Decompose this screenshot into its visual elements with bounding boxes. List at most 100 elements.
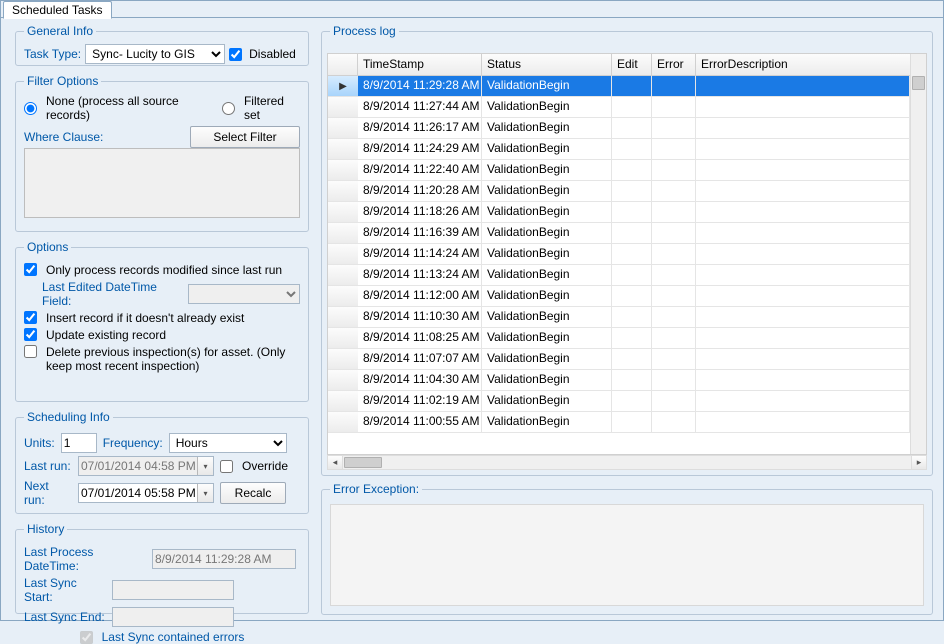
last-sync-start-value bbox=[112, 580, 234, 600]
cell bbox=[652, 223, 696, 243]
cell: 8/9/2014 11:04:30 AM bbox=[358, 370, 482, 390]
cell: 8/9/2014 11:26:17 AM bbox=[358, 118, 482, 138]
cell bbox=[696, 265, 910, 285]
only-modified-label[interactable]: Only process records modified since last… bbox=[46, 263, 282, 277]
cell: 8/9/2014 11:14:24 AM bbox=[358, 244, 482, 264]
update-record-label[interactable]: Update existing record bbox=[46, 328, 166, 342]
calendar-dropdown-icon[interactable]: ▾ bbox=[197, 484, 213, 502]
filter-filtered-radio[interactable] bbox=[222, 102, 235, 115]
cell bbox=[696, 76, 910, 96]
cell bbox=[652, 160, 696, 180]
cell bbox=[696, 328, 910, 348]
col-timestamp[interactable]: TimeStamp bbox=[358, 54, 482, 75]
table-row[interactable]: 8/9/2014 11:02:19 AMValidationBegin bbox=[328, 391, 910, 412]
cell: ValidationBegin bbox=[482, 118, 612, 138]
next-run-datetime[interactable] bbox=[78, 483, 214, 503]
row-indicator-icon bbox=[328, 328, 358, 348]
col-errordescription[interactable]: ErrorDescription bbox=[696, 54, 926, 75]
vertical-scrollbar[interactable] bbox=[910, 54, 926, 454]
table-row[interactable]: 8/9/2014 11:13:24 AMValidationBegin bbox=[328, 265, 910, 286]
col-error[interactable]: Error bbox=[652, 54, 696, 75]
table-row[interactable]: 8/9/2014 11:12:00 AMValidationBegin bbox=[328, 286, 910, 307]
override-checkbox[interactable] bbox=[220, 460, 233, 473]
row-indicator-icon bbox=[328, 223, 358, 243]
table-row[interactable]: 8/9/2014 11:04:30 AMValidationBegin bbox=[328, 370, 910, 391]
table-row[interactable]: 8/9/2014 11:08:25 AMValidationBegin bbox=[328, 328, 910, 349]
general-info-legend: General Info bbox=[24, 24, 96, 38]
calendar-dropdown-icon[interactable]: ▾ bbox=[197, 457, 213, 475]
cell bbox=[696, 349, 910, 369]
delete-prev-checkbox[interactable] bbox=[24, 345, 37, 358]
horizontal-scrollbar[interactable]: ◂ ▸ bbox=[327, 455, 927, 470]
units-input[interactable] bbox=[61, 433, 97, 453]
cell bbox=[612, 307, 652, 327]
scrollbar-thumb[interactable] bbox=[912, 76, 925, 90]
cell: 8/9/2014 11:22:40 AM bbox=[358, 160, 482, 180]
cell: ValidationBegin bbox=[482, 286, 612, 306]
cell: ValidationBegin bbox=[482, 391, 612, 411]
table-row[interactable]: 8/9/2014 11:10:30 AMValidationBegin bbox=[328, 307, 910, 328]
row-header-col[interactable] bbox=[328, 54, 358, 75]
table-row[interactable]: 8/9/2014 11:22:40 AMValidationBegin bbox=[328, 160, 910, 181]
next-run-label: Next run: bbox=[24, 479, 72, 507]
where-clause-label: Where Clause: bbox=[24, 130, 103, 144]
table-row[interactable]: 8/9/2014 11:16:39 AMValidationBegin bbox=[328, 223, 910, 244]
only-modified-checkbox[interactable] bbox=[24, 263, 37, 276]
cell: ValidationBegin bbox=[482, 97, 612, 117]
row-indicator-icon bbox=[328, 265, 358, 285]
table-row[interactable]: 8/9/2014 11:24:29 AMValidationBegin bbox=[328, 139, 910, 160]
col-edit[interactable]: Edit bbox=[612, 54, 652, 75]
filter-none-label[interactable]: None (process all source records) bbox=[46, 94, 216, 122]
last-sync-end-value bbox=[112, 607, 234, 627]
table-row[interactable]: 8/9/2014 11:18:26 AMValidationBegin bbox=[328, 202, 910, 223]
cell bbox=[612, 97, 652, 117]
task-type-label: Task Type: bbox=[24, 47, 81, 61]
last-sync-end-label: Last Sync End: bbox=[24, 610, 106, 624]
insert-record-checkbox[interactable] bbox=[24, 311, 37, 324]
process-log-grid[interactable]: TimeStamp Status Edit Error ErrorDescrip… bbox=[327, 53, 927, 455]
filter-filtered-label[interactable]: Filtered set bbox=[244, 94, 300, 122]
cell bbox=[696, 286, 910, 306]
cell: ValidationBegin bbox=[482, 139, 612, 159]
cell bbox=[612, 202, 652, 222]
table-row[interactable]: 8/9/2014 11:00:55 AMValidationBegin bbox=[328, 412, 910, 433]
cell bbox=[652, 412, 696, 432]
filter-none-radio[interactable] bbox=[24, 102, 37, 115]
last-sync-start-label: Last Sync Start: bbox=[24, 576, 106, 604]
cell bbox=[652, 118, 696, 138]
cell bbox=[652, 265, 696, 285]
cell bbox=[652, 139, 696, 159]
cell bbox=[696, 223, 910, 243]
cell bbox=[612, 412, 652, 432]
scroll-left-icon[interactable]: ◂ bbox=[328, 456, 343, 469]
cell bbox=[696, 118, 910, 138]
override-label[interactable]: Override bbox=[242, 459, 288, 473]
row-indicator-icon bbox=[328, 97, 358, 117]
table-row[interactable]: 8/9/2014 11:14:24 AMValidationBegin bbox=[328, 244, 910, 265]
table-row[interactable]: ▶8/9/2014 11:29:28 AMValidationBegin bbox=[328, 76, 910, 97]
select-filter-button[interactable]: Select Filter bbox=[190, 126, 300, 148]
task-type-select[interactable]: Sync- Lucity to GIS bbox=[85, 44, 225, 64]
cell bbox=[652, 181, 696, 201]
insert-record-label[interactable]: Insert record if it doesn't already exis… bbox=[46, 311, 244, 325]
delete-prev-label[interactable]: Delete previous inspection(s) for asset.… bbox=[46, 345, 296, 373]
filter-options-legend: Filter Options bbox=[24, 74, 101, 88]
table-row[interactable]: 8/9/2014 11:26:17 AMValidationBegin bbox=[328, 118, 910, 139]
last-edited-field-select[interactable] bbox=[188, 284, 300, 304]
frequency-select[interactable]: Hours bbox=[169, 433, 287, 453]
process-log-legend: Process log bbox=[330, 24, 399, 38]
scroll-right-icon[interactable]: ▸ bbox=[911, 456, 926, 469]
scrollbar-thumb[interactable] bbox=[344, 457, 382, 468]
col-status[interactable]: Status bbox=[482, 54, 612, 75]
last-process-dt-label: Last Process DateTime: bbox=[24, 545, 146, 573]
recalc-button[interactable]: Recalc bbox=[220, 482, 286, 504]
disabled-label[interactable]: Disabled bbox=[249, 47, 296, 61]
tab-content: General Info Task Type: Sync- Lucity to … bbox=[3, 19, 941, 618]
table-row[interactable]: 8/9/2014 11:07:07 AMValidationBegin bbox=[328, 349, 910, 370]
table-row[interactable]: 8/9/2014 11:20:28 AMValidationBegin bbox=[328, 181, 910, 202]
update-record-checkbox[interactable] bbox=[24, 328, 37, 341]
grid-body[interactable]: ▶8/9/2014 11:29:28 AMValidationBegin8/9/… bbox=[328, 76, 910, 454]
table-row[interactable]: 8/9/2014 11:27:44 AMValidationBegin bbox=[328, 97, 910, 118]
tab-scheduled-tasks[interactable]: Scheduled Tasks bbox=[3, 1, 112, 19]
disabled-checkbox[interactable] bbox=[229, 48, 242, 61]
